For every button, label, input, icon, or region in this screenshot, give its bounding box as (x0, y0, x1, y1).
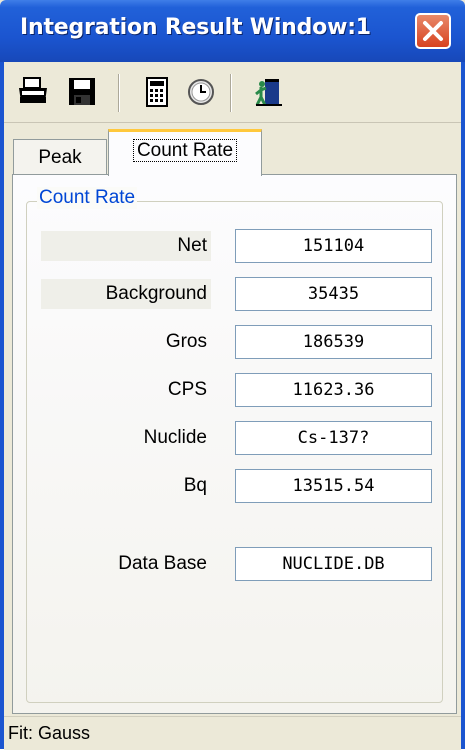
toolbar-separator (230, 74, 232, 112)
tab-peak[interactable]: Peak (13, 139, 107, 175)
gros-value-field[interactable]: 186539 (235, 325, 432, 359)
group-title: Count Rate (37, 187, 138, 209)
integration-result-window: Integration Result Window:1 Peak Count R… (0, 0, 465, 750)
tab-panel-count-rate: Count Rate Net 151104 Background 35435 G… (12, 174, 457, 714)
database-label: Data Base (118, 553, 207, 574)
tab-count-rate[interactable]: Count Rate (108, 129, 262, 176)
tab-peak-label: Peak (38, 147, 82, 168)
close-button[interactable] (415, 13, 451, 49)
clock-button[interactable] (184, 75, 218, 109)
save-icon (69, 78, 95, 105)
bq-value-field[interactable]: 13515.54 (235, 469, 432, 503)
nuclide-label: Nuclide (143, 427, 207, 448)
print-button[interactable] (16, 75, 50, 109)
calculator-button[interactable] (140, 75, 174, 109)
tab-strip: Peak Count Rate (4, 125, 461, 176)
close-icon (423, 21, 443, 41)
tab-count-rate-label: Count Rate (132, 139, 238, 162)
cps-value-field[interactable]: 11623.36 (235, 373, 432, 407)
status-bar: Fit: Gauss (4, 716, 461, 750)
background-label: Background (41, 279, 211, 309)
gros-label: Gros (165, 331, 207, 352)
exit-button[interactable] (252, 75, 286, 109)
calculator-icon (146, 77, 168, 107)
bq-label: Bq (183, 475, 207, 496)
title-bar[interactable]: Integration Result Window:1 (0, 0, 465, 62)
status-fit-text: Fit: Gauss (8, 723, 91, 743)
toolbar-separator (118, 74, 120, 112)
save-button[interactable] (65, 75, 99, 109)
exit-door-icon (255, 79, 282, 106)
background-value-field[interactable]: 35435 (235, 277, 432, 311)
printer-icon (19, 77, 47, 103)
cps-label: CPS (167, 379, 207, 400)
window-title: Integration Result Window:1 (20, 15, 371, 40)
net-value-field[interactable]: 151104 (235, 229, 432, 263)
window-border-right (461, 62, 465, 749)
toolbar (4, 62, 461, 123)
net-label: Net (41, 231, 211, 261)
database-value-field[interactable]: NUCLIDE.DB (235, 547, 432, 581)
clock-icon (188, 79, 214, 105)
nuclide-value-field[interactable]: Cs-137? (235, 421, 432, 455)
